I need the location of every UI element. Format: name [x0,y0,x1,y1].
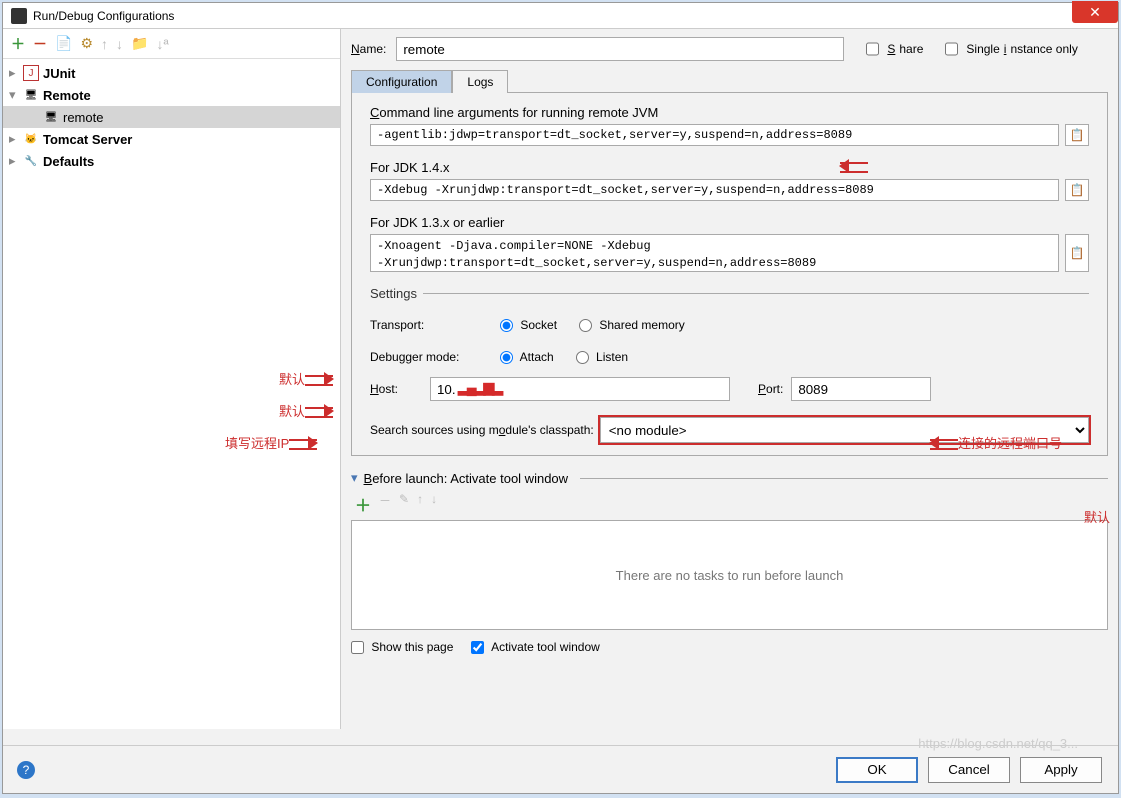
window-title: Run/Debug Configurations [33,9,174,23]
app-icon [11,8,27,24]
transport-socket-radio[interactable]: Socket [500,318,557,332]
down-icon[interactable]: ↓ [116,36,123,52]
jdk13-label: For JDK 1.3.x or earlier [370,215,1089,230]
tab-logs[interactable]: Logs [452,70,508,93]
remove-icon[interactable]: － [33,34,47,54]
watermark: https://blog.csdn.net/qq_3... [918,736,1078,751]
up-icon[interactable]: ↑ [101,36,108,52]
run-debug-config-window: Run/Debug Configurations ✕ ＋ － 📄 ⚙ ↑ ↓ 📁… [2,2,1119,794]
titlebar: Run/Debug Configurations ✕ [3,3,1118,29]
bl-up-icon[interactable]: ↑ [417,492,423,516]
copy-jdk14-button[interactable]: 📋 [1065,179,1089,201]
before-launch-section: ▾ Before launch: Activate tool window ＋ … [351,470,1108,654]
tree-item-tomcat[interactable]: ▸🐱 Tomcat Server [3,128,340,150]
cmd-args-label: Command line arguments for running remot… [370,105,1089,120]
transport-label: Transport: [370,318,500,332]
name-input[interactable] [396,37,844,61]
help-icon[interactable]: ? [17,761,35,779]
settings-fieldset: Settings Transport: Socket Shared memory… [370,286,1089,443]
host-label: Host: [370,382,430,396]
sidebar-toolbar: ＋ － 📄 ⚙ ↑ ↓ 📁 ↓ª [3,29,340,59]
port-input[interactable] [791,377,931,401]
configuration-pane: Command line arguments for running remot… [351,93,1108,456]
port-label: Port: [758,382,783,396]
copy-jdk13-button[interactable]: 📋 [1065,234,1089,272]
tab-configuration[interactable]: Configuration [351,70,452,93]
share-checkbox[interactable]: Share [866,37,923,61]
activate-tool-window-checkbox[interactable]: Activate tool window [471,640,599,654]
transport-shared-radio[interactable]: Shared memory [579,318,685,332]
tree-item-remote[interactable]: ▾🖥 Remote [3,84,340,106]
search-sources-label: Search sources using module's classpath: [370,423,594,437]
settings-icon[interactable]: ⚙ [80,35,93,52]
show-this-page-checkbox[interactable]: Show this page [351,640,453,654]
folder-icon[interactable]: 📁 [131,35,148,52]
name-label: Name: [351,42,386,56]
jdk14-label: For JDK 1.4.x [370,160,1089,175]
dialog-footer: ? OK Cancel Apply [3,745,1118,793]
cancel-button[interactable]: Cancel [928,757,1010,783]
bl-edit-icon[interactable]: ✎ [399,492,409,516]
single-instance-checkbox[interactable]: Single instance only [945,37,1077,61]
tree-item-defaults[interactable]: ▸🔧 Defaults [3,150,340,172]
ok-button[interactable]: OK [836,757,918,783]
copy-cmd-button[interactable]: 📋 [1065,124,1089,146]
apply-button[interactable]: Apply [1020,757,1102,783]
close-button[interactable]: ✕ [1072,1,1118,23]
tree-item-junit[interactable]: ▸J JUnit [3,62,340,84]
bl-remove-icon[interactable]: － [379,492,391,516]
sort-icon[interactable]: ↓ª [156,36,168,52]
bl-add-icon[interactable]: ＋ [355,492,371,516]
tree-item-remote-child[interactable]: 🖥 remote [3,106,340,128]
jdk14-input[interactable] [370,179,1059,201]
jdk13-input[interactable] [370,234,1059,272]
copy-icon[interactable]: 📄 [55,35,72,52]
settings-legend: Settings [370,286,423,301]
before-launch-header[interactable]: ▾ Before launch: Activate tool window [351,470,1108,486]
config-tree: ▸J JUnit ▾🖥 Remote 🖥 remote ▸🐱 Tomcat Se… [3,59,340,729]
debugger-mode-label: Debugger mode: [370,350,500,364]
content-panel: Name: Share Single instance only Configu… [341,29,1118,729]
module-select[interactable]: <no module> [600,417,1089,443]
debugger-listen-radio[interactable]: Listen [576,350,628,364]
bl-down-icon[interactable]: ↓ [431,492,437,516]
tabs: Configuration Logs [351,69,1108,93]
before-launch-tasks: There are no tasks to run before launch [351,520,1108,630]
add-icon[interactable]: ＋ [11,34,25,54]
debugger-attach-radio[interactable]: Attach [500,350,554,364]
cmd-args-input[interactable] [370,124,1059,146]
sidebar: ＋ － 📄 ⚙ ↑ ↓ 📁 ↓ª ▸J JUnit ▾🖥 Remote [3,29,341,729]
